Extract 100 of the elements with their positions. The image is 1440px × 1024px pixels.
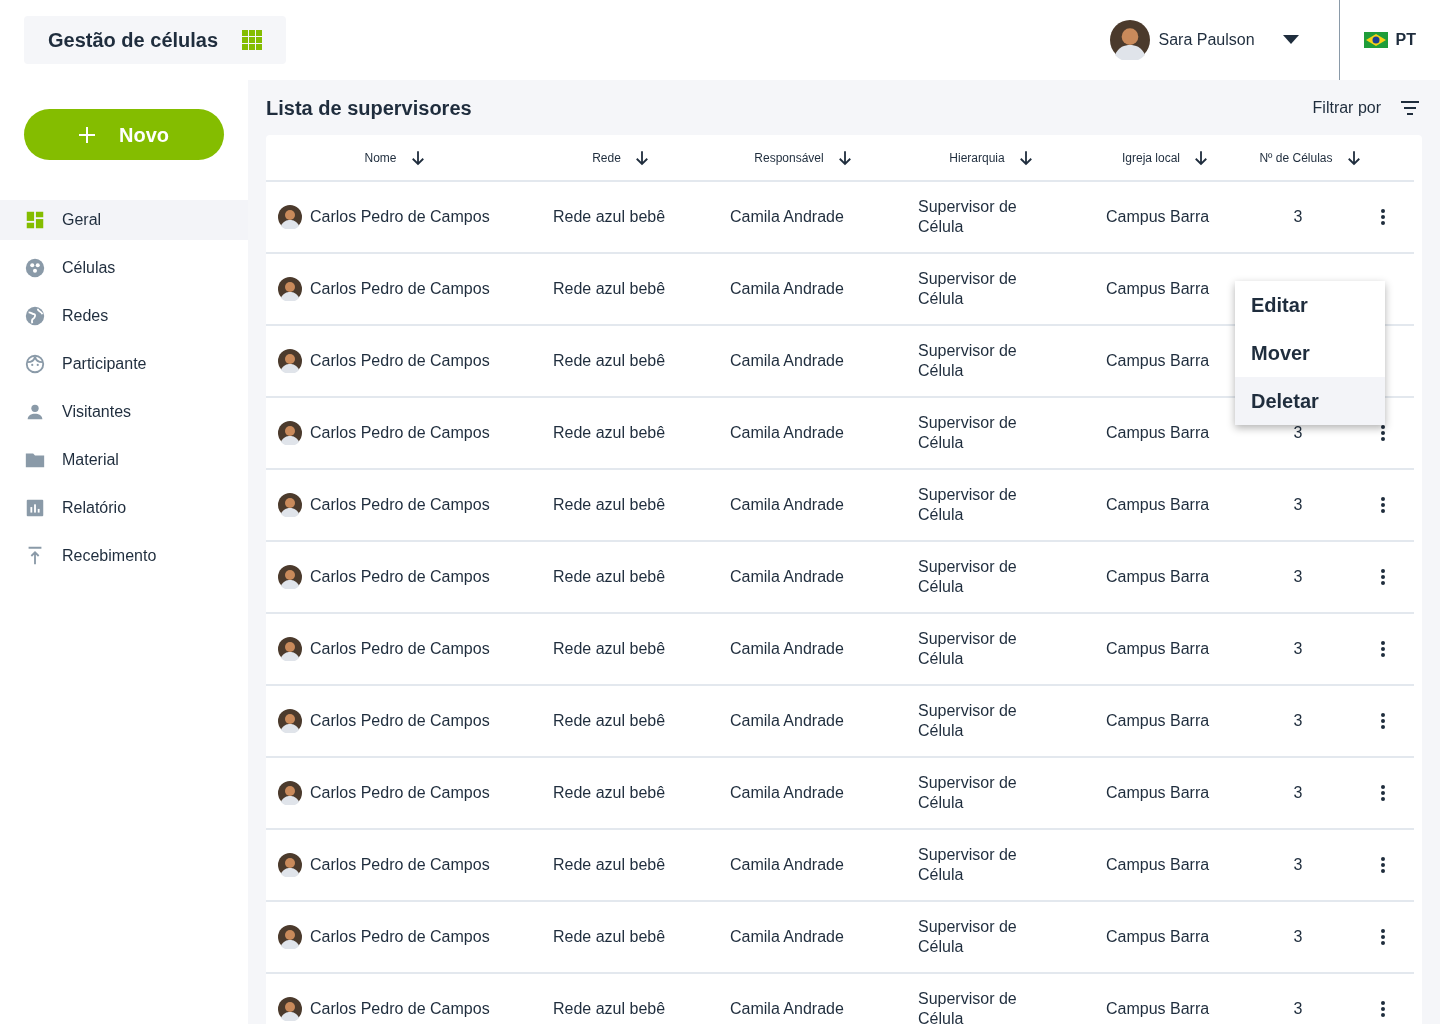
person-avatar	[278, 853, 302, 877]
sidebar-item[interactable]: Redes	[0, 296, 248, 336]
filter-icon	[1401, 100, 1419, 115]
table-cell-text: Camila Andrade	[730, 783, 845, 803]
table-cell-text: Camila Andrade	[730, 999, 845, 1019]
menu-item[interactable]: Editar	[1235, 281, 1385, 329]
table-cell-text: 3	[1292, 999, 1304, 1019]
table-cell-text: Campus Barra	[1106, 207, 1211, 227]
table-cell-text: Supervisor de Célula	[918, 557, 1018, 597]
more-options-icon[interactable]	[1380, 1000, 1386, 1018]
sidebar-item[interactable]: Células	[0, 248, 248, 288]
sort-arrow-icon[interactable]	[1192, 148, 1210, 167]
table-cell-text: Carlos Pedro de Campos	[310, 423, 490, 443]
more-options-icon[interactable]	[1380, 928, 1386, 946]
person-avatar	[278, 349, 302, 373]
more-options-icon[interactable]	[1380, 712, 1386, 730]
sidebar-item[interactable]: Participante	[0, 344, 248, 384]
filter-button[interactable]: Filtrar por	[1312, 95, 1422, 120]
sidebar-item[interactable]: Geral	[0, 200, 248, 240]
sidebar-item[interactable]: Relatório	[0, 488, 248, 528]
menu-item[interactable]: Deletar	[1235, 377, 1385, 425]
table-cell-text: 3	[1292, 927, 1304, 947]
table-cell-text: Rede azul bebê	[553, 927, 667, 947]
table-cell-text: Supervisor de Célula	[918, 197, 1018, 237]
table-cell-text: Rede azul bebê	[553, 351, 667, 371]
chart-icon	[24, 497, 46, 519]
table-cell-text: 3	[1292, 567, 1304, 587]
table-cell-text: 3	[1292, 711, 1304, 731]
menu-item[interactable]: Mover	[1235, 329, 1385, 377]
flag-icon	[1363, 32, 1388, 48]
table-cell-text: Camila Andrade	[730, 279, 845, 299]
table-cell-text: Campus Barra	[1106, 423, 1211, 443]
language-selector[interactable]: PT	[1339, 28, 1440, 52]
list-title: Lista de supervisores	[266, 95, 472, 121]
more-options-icon[interactable]	[1380, 496, 1386, 514]
table-cell-text: 3	[1292, 207, 1304, 227]
table-cell-text: Rede azul bebê	[553, 783, 667, 803]
table-cell-text: Camila Andrade	[730, 351, 845, 371]
table-cell-text: 3	[1292, 783, 1304, 803]
user-menu[interactable]: Sara Paulson	[1110, 20, 1299, 60]
app-title: Gestão de células	[48, 28, 219, 53]
table-cell-text: Campus Barra	[1106, 279, 1211, 299]
table-cell-text: Campus Barra	[1106, 855, 1211, 875]
table-cell-text: Supervisor de Célula	[918, 341, 1018, 381]
column-header[interactable]: Nome	[364, 149, 397, 166]
column-header[interactable]: Hierarquia	[949, 149, 1005, 166]
more-options-icon[interactable]	[1380, 784, 1386, 802]
person-avatar	[278, 205, 302, 229]
table-cell-text: Rede azul bebê	[553, 279, 667, 299]
table-cell-text: Carlos Pedro de Campos	[310, 279, 490, 299]
person-avatar	[278, 493, 302, 517]
table-cell-text: Carlos Pedro de Campos	[310, 639, 490, 659]
column-header[interactable]: Rede	[592, 149, 621, 166]
more-options-icon[interactable]	[1380, 640, 1386, 658]
table-cell-text: Supervisor de Célula	[918, 989, 1018, 1024]
table-cell-text: Supervisor de Célula	[918, 917, 1018, 957]
person-avatar	[278, 421, 302, 445]
table-cell-text: Campus Barra	[1106, 711, 1211, 731]
more-options-icon[interactable]	[1380, 424, 1386, 442]
column-header[interactable]: Nº de Células	[1259, 149, 1333, 166]
sidebar-item[interactable]: Recebimento	[0, 536, 248, 576]
table-cell-text: Supervisor de Célula	[918, 269, 1018, 309]
sidebar-item[interactable]: Material	[0, 440, 248, 480]
table-cell-text: Camila Andrade	[730, 639, 845, 659]
globe-icon	[24, 305, 46, 327]
table-cell-text: Rede azul bebê	[553, 711, 667, 731]
person-avatar	[278, 637, 302, 661]
table-cell-text: Supervisor de Célula	[918, 485, 1018, 525]
table-cell-text: Camila Andrade	[730, 855, 845, 875]
user-name: Sara Paulson	[1158, 30, 1255, 50]
column-header[interactable]: Igreja local	[1122, 149, 1180, 166]
table-cell-text: 3	[1292, 855, 1304, 875]
table-cell-text: Campus Barra	[1106, 567, 1211, 587]
table-cell-text: Carlos Pedro de Campos	[310, 495, 490, 515]
table-cell-text: Carlos Pedro de Campos	[310, 711, 490, 731]
column-header[interactable]: Responsável	[754, 149, 824, 166]
table-cell-text: Rede azul bebê	[553, 207, 667, 227]
table-cell-text: Camila Andrade	[730, 567, 845, 587]
table-cell-text: Camila Andrade	[730, 423, 845, 443]
caret-icon[interactable]	[1282, 35, 1299, 45]
dashboard-icon	[24, 209, 46, 231]
sidebar-item[interactable]: Visitantes	[0, 392, 248, 432]
table-cell-text: Supervisor de Célula	[918, 845, 1018, 885]
person-avatar	[278, 781, 302, 805]
face-icon	[24, 353, 46, 375]
table-cell-text: Camila Andrade	[730, 711, 845, 731]
table-cell-text: Campus Barra	[1106, 639, 1211, 659]
person-avatar	[278, 277, 302, 301]
table-cell-text: Supervisor de Célula	[918, 629, 1018, 669]
person-avatar	[278, 925, 302, 949]
table-cell-text: Carlos Pedro de Campos	[310, 351, 490, 371]
table-cell-text: Camila Andrade	[730, 207, 845, 227]
person-avatar	[278, 997, 302, 1021]
table-cell-text: Carlos Pedro de Campos	[310, 567, 490, 587]
more-options-icon[interactable]	[1380, 208, 1386, 226]
table-cell-text: Rede azul bebê	[553, 567, 667, 587]
more-options-icon[interactable]	[1380, 568, 1386, 586]
more-options-icon[interactable]	[1380, 856, 1386, 874]
table-cell-text: Carlos Pedro de Campos	[310, 855, 490, 875]
person-avatar	[278, 709, 302, 733]
